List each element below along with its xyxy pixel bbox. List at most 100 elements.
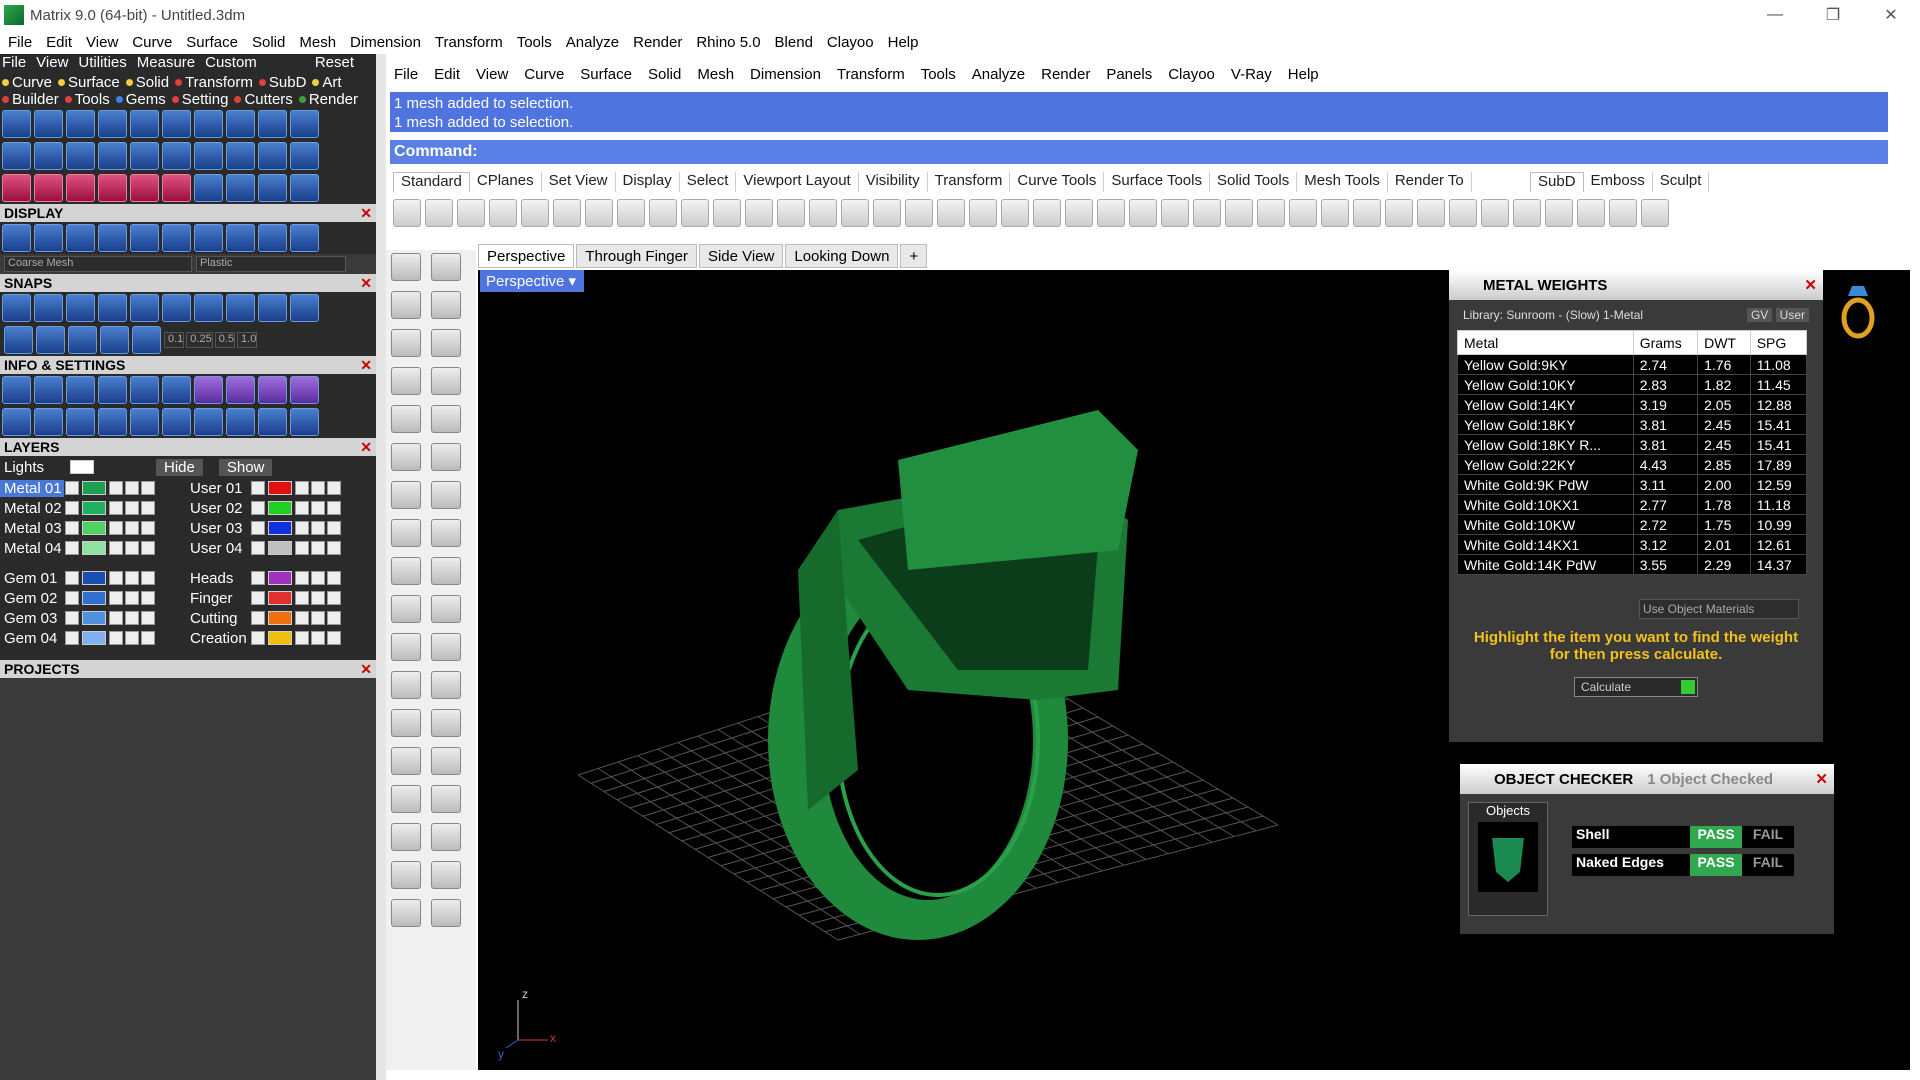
tool-icon[interactable] <box>34 110 63 138</box>
layer-color-swatch[interactable] <box>268 571 292 585</box>
vertical-tool-icon[interactable] <box>431 291 461 319</box>
layer-color-swatch[interactable] <box>268 631 292 645</box>
visibility-icon[interactable] <box>311 501 325 515</box>
menu-item[interactable]: Analyze <box>972 66 1025 83</box>
menu-item[interactable]: File <box>394 66 418 83</box>
layer-row[interactable]: User 04 <box>186 538 372 558</box>
layer-name[interactable]: Metal 02 <box>0 500 64 517</box>
panel-splitter[interactable] <box>376 54 386 1080</box>
tool-icon[interactable] <box>258 174 287 202</box>
toolbar-icon[interactable] <box>1065 199 1093 227</box>
tool-icon[interactable] <box>2 294 31 322</box>
subd-tab[interactable]: Sculpt <box>1653 172 1710 192</box>
expand-icon[interactable] <box>65 481 79 495</box>
lock-icon[interactable] <box>295 541 309 555</box>
vertical-tool-icon[interactable] <box>431 367 461 395</box>
tool-icon[interactable] <box>2 142 31 170</box>
tool-icon[interactable] <box>34 408 63 436</box>
layers-section-header[interactable]: LAYERS ✕ <box>0 438 376 456</box>
category-tag[interactable]: SubD <box>258 74 306 91</box>
snaps-section-header[interactable]: SNAPS ✕ <box>0 274 376 292</box>
menu-item[interactable]: Render <box>633 34 682 51</box>
category-tag[interactable]: Setting <box>171 91 228 108</box>
tool-icon[interactable] <box>258 376 287 404</box>
tool-icon[interactable] <box>290 174 319 202</box>
tool-icon[interactable] <box>162 174 191 202</box>
layer-color-swatch[interactable] <box>268 521 292 535</box>
column-header[interactable]: SPG <box>1749 330 1808 355</box>
visibility-icon[interactable] <box>311 521 325 535</box>
expand-icon[interactable] <box>65 591 79 605</box>
vertical-tool-icon[interactable] <box>431 595 461 623</box>
toolbar-icon[interactable] <box>1193 199 1221 227</box>
menu-item[interactable]: Transform <box>435 34 503 51</box>
toolbar-tab[interactable]: Solid Tools <box>1210 172 1298 192</box>
category-tag[interactable]: Builder <box>2 91 59 108</box>
layer-row[interactable]: Metal 02 <box>0 498 186 518</box>
vertical-tool-icon[interactable] <box>431 709 461 737</box>
toolbar-icon[interactable] <box>1481 199 1509 227</box>
left-menu-item[interactable]: Custom <box>205 54 257 74</box>
vertical-tool-icon[interactable] <box>431 253 461 281</box>
visibility-icon[interactable] <box>311 481 325 495</box>
expand-icon[interactable] <box>65 631 79 645</box>
layer-row[interactable]: Finger <box>186 588 372 608</box>
gv-toggle[interactable]: GV <box>1746 308 1773 322</box>
category-tag[interactable]: Gems <box>115 91 166 108</box>
layer-row[interactable]: Metal 04 <box>0 538 186 558</box>
lock-icon[interactable] <box>109 631 123 645</box>
lights-swatch[interactable] <box>70 460 94 474</box>
tool-icon[interactable] <box>130 376 159 404</box>
lock-icon[interactable] <box>295 481 309 495</box>
layer-color-swatch[interactable] <box>82 611 106 625</box>
tool-icon[interactable] <box>258 294 287 322</box>
expand-icon[interactable] <box>251 591 265 605</box>
tool-icon[interactable] <box>162 224 191 252</box>
layer-row[interactable]: Gem 02 <box>0 588 186 608</box>
table-row[interactable]: White Gold:14KX1 3.12 2.01 12.61 <box>1457 534 1808 555</box>
category-tag[interactable]: Art <box>312 74 342 91</box>
tool-icon[interactable] <box>130 142 159 170</box>
layer-row[interactable]: Cutting <box>186 608 372 628</box>
layer-name[interactable]: Metal 01 <box>0 479 64 497</box>
tool-icon[interactable] <box>98 376 127 404</box>
menu-item[interactable]: Surface <box>186 34 238 51</box>
lock-icon[interactable] <box>109 611 123 625</box>
tool-icon[interactable] <box>2 174 31 202</box>
vertical-tool-icon[interactable] <box>391 557 421 585</box>
select-icon[interactable] <box>327 571 341 585</box>
layer-color-swatch[interactable] <box>82 501 106 515</box>
snap-value[interactable]: 0.25 <box>186 332 213 348</box>
snap-value[interactable]: 0.5 <box>214 332 236 348</box>
layer-row[interactable]: Gem 04 <box>0 628 186 648</box>
visibility-icon[interactable] <box>311 611 325 625</box>
tool-icon[interactable] <box>162 376 191 404</box>
close-icon[interactable]: ✕ <box>360 275 372 292</box>
tool-icon[interactable] <box>2 376 31 404</box>
toolbar-tab[interactable]: Viewport Layout <box>736 172 859 192</box>
tool-icon[interactable] <box>2 224 31 252</box>
tool-icon[interactable] <box>130 294 159 322</box>
tool-icon[interactable] <box>66 224 95 252</box>
select-icon[interactable] <box>327 631 341 645</box>
layer-name[interactable]: User 02 <box>186 500 250 517</box>
select-icon[interactable] <box>327 611 341 625</box>
tool-icon[interactable] <box>66 174 95 202</box>
viewport-tab[interactable]: Side View <box>698 244 784 268</box>
tool-icon[interactable] <box>290 110 319 138</box>
layer-name[interactable]: Gem 04 <box>0 630 64 647</box>
menu-item[interactable]: Edit <box>434 66 460 83</box>
toolbar-icon[interactable] <box>425 199 453 227</box>
expand-icon[interactable] <box>251 571 265 585</box>
tool-icon[interactable] <box>226 376 255 404</box>
tool-icon[interactable] <box>194 294 223 322</box>
layer-color-swatch[interactable] <box>82 521 106 535</box>
layer-color-swatch[interactable] <box>268 591 292 605</box>
menu-item[interactable]: Edit <box>46 34 72 51</box>
expand-icon[interactable] <box>251 521 265 535</box>
toolbar-icon[interactable] <box>1385 199 1413 227</box>
tool-icon[interactable] <box>98 408 127 436</box>
tool-icon[interactable] <box>258 408 287 436</box>
expand-icon[interactable] <box>65 571 79 585</box>
category-tag[interactable]: Surface <box>58 74 120 91</box>
